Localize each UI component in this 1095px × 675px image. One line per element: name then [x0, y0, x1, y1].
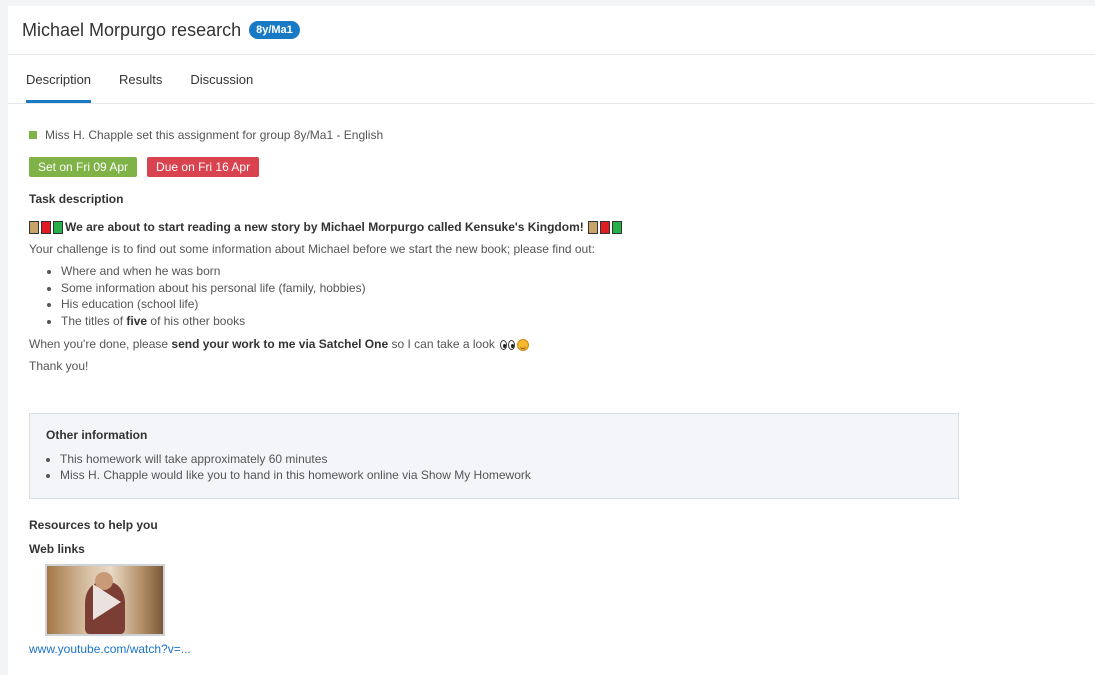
other-information-heading: Other information [46, 428, 148, 442]
play-icon[interactable] [93, 584, 121, 620]
done-text-suffix: so I can take a look [391, 337, 495, 351]
setter-text: Miss H. Chapple set this assignment for … [45, 128, 384, 142]
list-item: Miss H. Chapple would like you to hand i… [60, 468, 942, 484]
list-item: Some information about his personal life… [61, 280, 1095, 297]
youtube-link[interactable]: www.youtube.com/watch?v=... [29, 642, 191, 656]
book-icon [611, 220, 622, 234]
other-information-panel: Other information This homework will tak… [29, 413, 959, 499]
tab-results[interactable]: Results [119, 55, 162, 103]
tab-bar: Description Results Discussion [8, 55, 1095, 104]
date-badges: Set on Fri 09 Apr Due on Fri 16 Apr [29, 157, 1095, 177]
task-headline: We are about to start reading a new stor… [29, 220, 1095, 234]
done-text: When you're done, please send your work … [29, 337, 1095, 351]
setter-info: Miss H. Chapple set this assignment for … [29, 128, 1095, 142]
tab-discussion[interactable]: Discussion [190, 55, 253, 103]
list-item-bold: five [126, 313, 148, 328]
other-information-list: This homework will take approximately 60… [46, 452, 942, 483]
thanks-text: Thank you! [29, 359, 89, 373]
book-icon [41, 220, 51, 234]
list-item: The titles of five of his other books [61, 313, 1095, 330]
book-icon [587, 220, 598, 234]
list-item-text: of his other books [150, 313, 246, 328]
subject-color-icon [29, 131, 37, 139]
description-content: Miss H. Chapple set this assignment for … [8, 128, 1095, 658]
group-badge[interactable]: 8y/Ma1 [249, 21, 300, 39]
list-item: This homework will take approximately 60… [60, 452, 942, 468]
done-text-prefix: When you're done, please [29, 337, 169, 351]
tab-description[interactable]: Description [26, 55, 92, 103]
book-icon [599, 220, 610, 234]
resources-heading: Resources to help you [29, 518, 158, 532]
challenge-text: Your challenge is to find out some infor… [29, 242, 595, 256]
task-description-heading: Task description [29, 192, 124, 206]
list-item: Where and when he was born [61, 263, 1095, 280]
smile-icon [517, 338, 530, 351]
task-list: Where and when he was born Some informat… [29, 263, 1095, 329]
due-date-badge: Due on Fri 16 Apr [147, 157, 260, 177]
page-title: Michael Morpurgo research [22, 19, 242, 40]
book-icon [29, 220, 39, 234]
task-headline-text: We are about to start reading a new stor… [65, 220, 584, 234]
web-links-heading: Web links [29, 542, 85, 556]
done-text-bold: send your work to me via Satchel One [171, 337, 389, 351]
book-icon [53, 220, 63, 234]
list-item-text: The titles of [61, 313, 124, 328]
eyes-icon [500, 339, 516, 350]
assignment-header: Michael Morpurgo research 8y/Ma1 [8, 6, 1095, 55]
list-item: His education (school life) [61, 296, 1095, 313]
set-date-badge: Set on Fri 09 Apr [29, 157, 138, 177]
assignment-card: Michael Morpurgo research 8y/Ma1 Descrip… [8, 6, 1095, 675]
video-thumbnail[interactable] [45, 564, 165, 636]
